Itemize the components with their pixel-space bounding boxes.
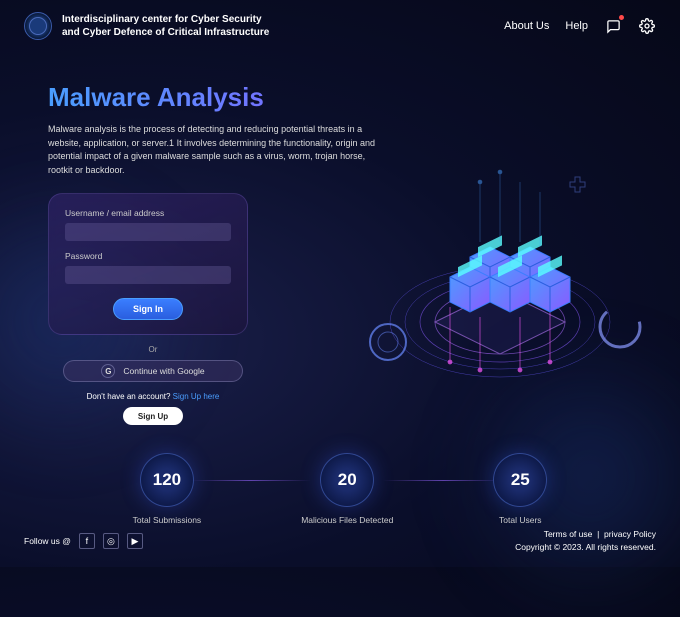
follow-label: Follow us @ <box>24 536 71 546</box>
privacy-link[interactable]: privacy Policy <box>604 529 656 539</box>
terms-link[interactable]: Terms of use <box>544 529 593 539</box>
google-label: Continue with Google <box>123 366 204 376</box>
login-card: Username / email address Password Sign I… <box>48 193 248 335</box>
password-input[interactable] <box>65 266 231 284</box>
facebook-icon[interactable]: f <box>79 533 95 549</box>
stats-row: 120 Total Submissions 20 Malicious Files… <box>48 453 632 525</box>
page-description: Malware analysis is the process of detec… <box>48 123 388 177</box>
about-link[interactable]: About Us <box>504 20 549 32</box>
google-signin-button[interactable]: G Continue with Google <box>63 360 243 382</box>
stat-value: 25 <box>493 453 547 507</box>
stat-value: 20 <box>320 453 374 507</box>
footer: Follow us @ f ◎ ▶ Terms of use | privacy… <box>0 516 680 567</box>
help-link[interactable]: Help <box>565 20 588 32</box>
settings-icon[interactable] <box>638 17 656 35</box>
stat-malicious: 20 Malicious Files Detected <box>301 453 393 525</box>
no-account-text: Don't have an account? <box>87 392 171 401</box>
signup-button[interactable]: Sign Up <box>123 407 183 425</box>
username-input[interactable] <box>65 223 231 241</box>
notification-icon[interactable] <box>604 17 622 35</box>
signin-button[interactable]: Sign In <box>113 298 183 320</box>
google-icon: G <box>101 364 115 378</box>
logo-icon <box>24 12 52 40</box>
youtube-icon[interactable]: ▶ <box>127 533 143 549</box>
password-label: Password <box>65 251 231 261</box>
or-divider: Or <box>48 345 258 354</box>
stat-value: 120 <box>140 453 194 507</box>
stat-users: 25 Total Users <box>493 453 547 525</box>
stat-submissions: 120 Total Submissions <box>133 453 202 525</box>
header: Interdisciplinary center for Cyber Secur… <box>0 0 680 52</box>
hero-illustration <box>350 152 650 402</box>
instagram-icon[interactable]: ◎ <box>103 533 119 549</box>
signup-here-link[interactable]: Sign Up here <box>173 392 220 401</box>
site-title: Interdisciplinary center for Cyber Secur… <box>62 13 282 39</box>
page-heading: Malware Analysis <box>48 82 632 113</box>
copyright-text: Copyright © 2023. All rights reserved. <box>515 541 656 555</box>
username-label: Username / email address <box>65 208 231 218</box>
